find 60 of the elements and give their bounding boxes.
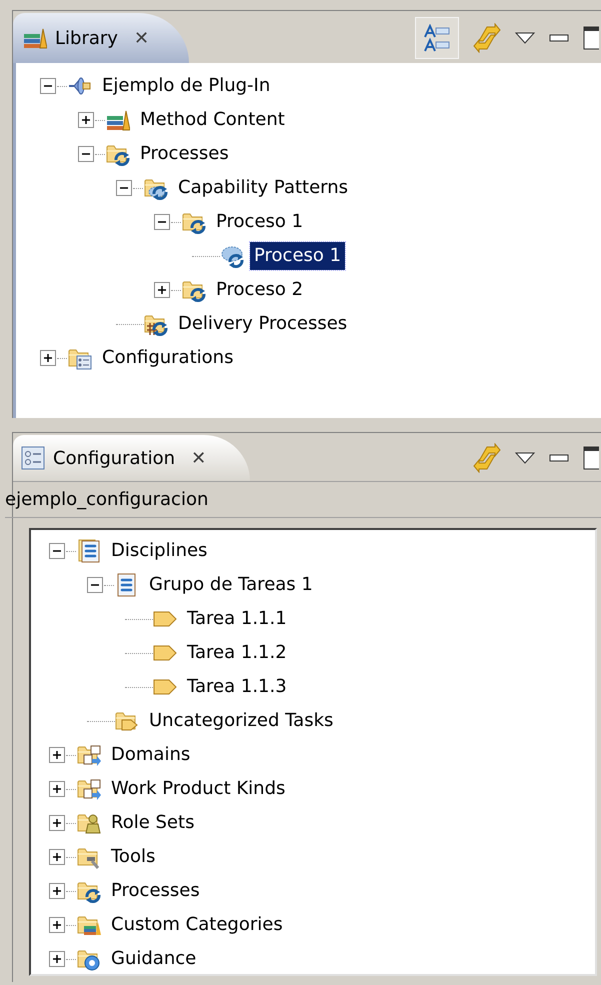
expand-toggle[interactable] — [154, 282, 170, 298]
tree-item[interactable]: Tools — [107, 843, 160, 871]
collapse-toggle[interactable] — [154, 214, 170, 230]
collapse-toggle[interactable] — [40, 78, 56, 94]
tree-item[interactable]: Disciplines — [107, 537, 212, 565]
collapse-toggle[interactable] — [78, 146, 94, 162]
tree-item[interactable]: Configurations — [98, 344, 238, 372]
pattern-icon — [220, 244, 244, 268]
tree-item[interactable]: Delivery Processes — [174, 310, 352, 338]
collapse-toggle[interactable] — [49, 543, 65, 559]
tree-item[interactable]: Work Product Kinds — [107, 775, 290, 803]
discipline-icon — [77, 539, 101, 563]
tab-label: Configuration — [53, 446, 176, 470]
tree-item[interactable]: Processes — [136, 140, 233, 168]
configuration-icon — [21, 446, 45, 470]
tree-item[interactable]: Proceso 1 — [250, 242, 346, 270]
domain-folder-icon — [77, 743, 101, 767]
expand-toggle[interactable] — [49, 849, 65, 865]
sort-icon — [423, 24, 451, 52]
sort-button[interactable] — [415, 17, 459, 59]
library-tab[interactable]: Library ✕ — [13, 13, 190, 63]
tree-item[interactable]: Role Sets — [107, 809, 198, 837]
tree-item[interactable]: Tarea 1.1.1 — [183, 605, 291, 633]
tree-item[interactable]: Proceso 2 — [212, 276, 308, 304]
tree-item[interactable]: Tarea 1.1.3 — [183, 673, 291, 701]
expand-toggle[interactable] — [49, 747, 65, 763]
tree-item[interactable]: Custom Categories — [107, 911, 287, 939]
expand-toggle[interactable] — [49, 951, 65, 967]
minimize-icon[interactable] — [549, 34, 569, 42]
tree-item[interactable]: Grupo de Tareas 1 — [145, 571, 317, 599]
expand-toggle[interactable] — [49, 917, 65, 933]
expand-toggle[interactable] — [40, 350, 56, 366]
maximize-icon[interactable] — [583, 26, 599, 50]
tree-item[interactable]: Uncategorized Tasks — [145, 707, 338, 735]
close-icon[interactable]: ✕ — [134, 24, 150, 52]
expand-toggle[interactable] — [49, 781, 65, 797]
tree-item[interactable]: Proceso 1 — [212, 208, 308, 236]
tree-item[interactable]: Capability Patterns — [174, 174, 352, 202]
maximize-icon[interactable] — [583, 446, 599, 470]
collapse-toggle[interactable] — [116, 180, 132, 196]
tab-label: Library — [55, 26, 118, 50]
close-icon[interactable]: ✕ — [191, 444, 206, 472]
expand-toggle[interactable] — [49, 815, 65, 831]
books-icon — [23, 26, 47, 50]
collapse-toggle[interactable] — [87, 577, 103, 593]
expand-toggle[interactable] — [78, 112, 94, 128]
expand-toggle[interactable] — [49, 883, 65, 899]
tree-item[interactable]: Guidance — [107, 945, 200, 973]
view-menu-icon[interactable] — [515, 32, 535, 44]
tree-item[interactable]: Tarea 1.1.2 — [183, 639, 291, 667]
configuration-tab[interactable]: Configuration ✕ — [13, 435, 250, 481]
tree-item[interactable]: Domains — [107, 741, 194, 769]
tree-item[interactable]: Ejemplo de Plug-In — [98, 72, 274, 100]
domain-folder-icon — [77, 777, 101, 801]
tree-item[interactable]: Method Content — [136, 106, 289, 134]
books-icon — [106, 108, 130, 132]
view-menu-icon[interactable] — [515, 452, 535, 464]
minimize-icon[interactable] — [549, 454, 569, 462]
tree-item[interactable]: Processes — [107, 877, 204, 905]
configuration-name: ejemplo_configuracion — [5, 482, 601, 518]
